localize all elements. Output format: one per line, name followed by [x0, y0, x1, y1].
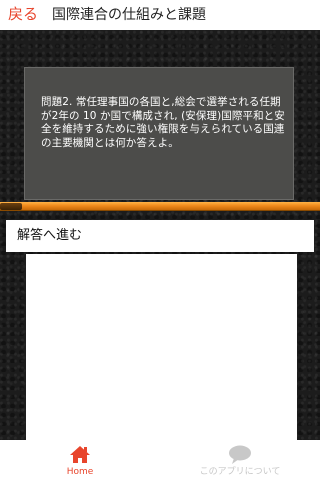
- nav-item-home[interactable]: Home: [50, 440, 110, 480]
- content-area: 問題2. 常任理事国の各国と,総会で選挙される任期が2年の 10 か国で構成され…: [0, 30, 320, 454]
- back-button[interactable]: 戻る: [8, 4, 38, 24]
- speech-bubble-icon: [229, 445, 251, 464]
- home-icon: [70, 446, 90, 463]
- progress-bar: [0, 202, 320, 211]
- progress-bar-fill: [0, 202, 320, 211]
- question-panel: 問題2. 常任理事国の各国と,総会で選挙される任期が2年の 10 か国で構成され…: [24, 67, 294, 200]
- bottom-nav: Home このアプリについて: [0, 440, 320, 480]
- proceed-to-answer-button[interactable]: 解答へ進む: [6, 220, 314, 252]
- answer-content-panel: [26, 254, 297, 454]
- proceed-to-answer-label: 解答へ進む: [17, 228, 83, 243]
- nav-about-label: このアプリについて: [199, 467, 281, 477]
- nav-item-about[interactable]: このアプリについて: [190, 440, 290, 480]
- progress-bar-knob: [0, 203, 22, 210]
- nav-home-label: Home: [66, 467, 94, 477]
- question-text: 問題2. 常任理事国の各国と,総会で選挙される任期が2年の 10 か国で構成され…: [41, 96, 285, 149]
- app-header: 戻る 国際連合の仕組みと課題: [0, 0, 320, 30]
- page-title: 国際連合の仕組みと課題: [52, 7, 206, 23]
